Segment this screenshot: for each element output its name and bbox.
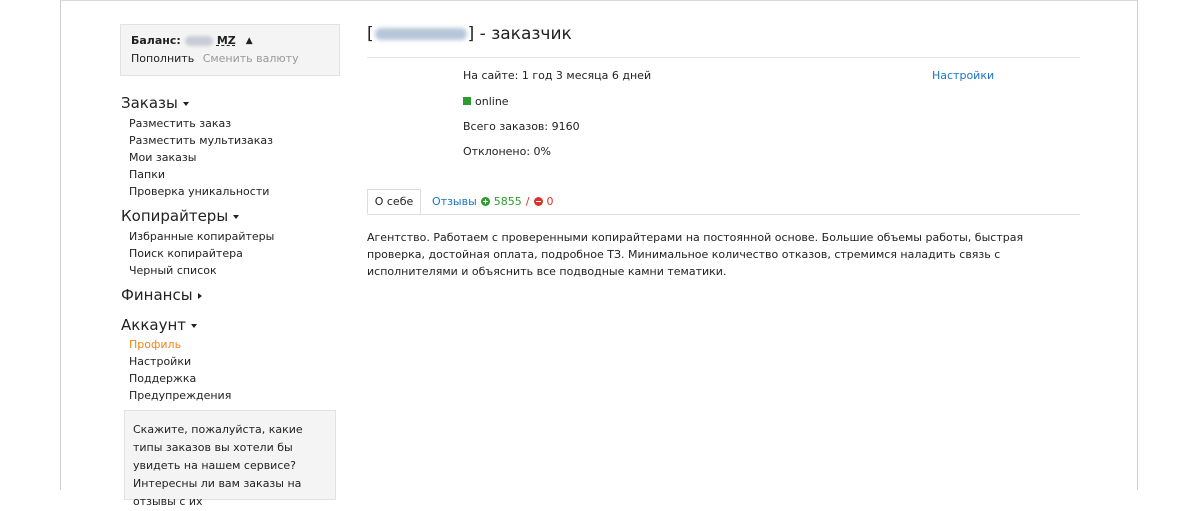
on-site-duration: На сайте: 1 год 3 месяца 6 дней — [463, 69, 652, 82]
about-text: Агентство. Работаем с проверенными копир… — [367, 231, 1024, 278]
title-open-bracket: [ — [367, 24, 374, 44]
sidebar-item-find-copywriter[interactable]: Поиск копирайтера — [129, 245, 274, 262]
currency-code[interactable]: MZ — [217, 34, 236, 47]
username-redacted — [374, 28, 467, 40]
balance-panel: Баланс: MZ ▲︎ Пополнить Сменить валюту — [120, 24, 340, 76]
rejected-rate: Отклонено: 0% — [463, 145, 552, 158]
profile-tabs: О себе Отзывы 5855 / 0 — [367, 189, 1080, 215]
caret-down-icon — [191, 323, 197, 328]
plus-circle-icon — [480, 197, 490, 206]
sidebar-section-copywriters-title: Копирайтеры — [121, 207, 229, 225]
caret-right-icon — [197, 292, 202, 299]
sidebar-item-my-orders[interactable]: Мои заказы — [129, 149, 273, 166]
tab-about[interactable]: О себе — [367, 189, 421, 214]
change-currency-link[interactable]: Сменить валюту — [203, 52, 299, 65]
reviews-separator: / — [525, 194, 530, 208]
sidebar-section-orders-title: Заказы — [121, 94, 178, 112]
positive-reviews-count: 5855 — [493, 194, 522, 208]
sidebar-item-settings[interactable]: Настройки — [129, 353, 231, 370]
sidebar-item-uniqueness-check[interactable]: Проверка уникальности — [129, 183, 273, 200]
balance-actions: Пополнить Сменить валюту — [131, 52, 329, 65]
tab-reviews[interactable]: Отзывы 5855 / 0 — [432, 189, 554, 214]
balance-amount-redacted — [184, 35, 213, 46]
balance-line: Баланс: MZ ▲︎ — [131, 34, 329, 47]
online-status-label: online — [475, 95, 509, 108]
sidebar-item-warnings[interactable]: Предупреждения — [129, 387, 231, 404]
sidebar-item-favorite-copywriters[interactable]: Избранные копирайтеры — [129, 228, 274, 245]
copywriters-menu: Избранные копирайтеры Поиск копирайтера … — [129, 228, 274, 279]
online-status-icon — [463, 97, 471, 105]
title-divider — [367, 57, 1080, 58]
title-role: ] - заказчик — [467, 24, 572, 44]
sidebar-section-account[interactable]: Аккаунт — [121, 316, 197, 334]
sidebar-section-account-title: Аккаунт — [121, 316, 186, 334]
currency-swap-icon[interactable]: ▲︎ — [246, 36, 253, 46]
balance-label: Баланс: — [131, 34, 181, 47]
minus-circle-icon — [533, 197, 543, 206]
profile-settings-link[interactable]: Настройки — [932, 69, 994, 82]
tab-reviews-label: Отзывы — [432, 194, 477, 208]
sidebar-item-place-order[interactable]: Разместить заказ — [129, 115, 273, 132]
negative-reviews-count: 0 — [546, 194, 554, 208]
survey-notice: Скажите, пожалуйста, какие типы заказов … — [124, 410, 336, 508]
page-title: [ ] - заказчик — [367, 24, 572, 44]
orders-menu: Разместить заказ Разместить мультизаказ … — [129, 115, 273, 200]
online-status: online — [463, 95, 509, 108]
topup-link[interactable]: Пополнить — [131, 52, 194, 65]
sidebar-section-copywriters[interactable]: Копирайтеры — [121, 207, 240, 225]
sidebar-section-orders[interactable]: Заказы — [121, 94, 189, 112]
sidebar-section-finance[interactable]: Финансы — [121, 286, 202, 304]
account-menu: Профиль Настройки Поддержка Предупрежден… — [129, 336, 231, 404]
sidebar-item-support[interactable]: Поддержка — [129, 370, 231, 387]
sidebar-item-folders[interactable]: Папки — [129, 166, 273, 183]
caret-down-icon — [182, 101, 189, 106]
sidebar-section-finance-title: Финансы — [121, 286, 193, 304]
sidebar-item-profile[interactable]: Профиль — [129, 336, 231, 353]
total-orders: Всего заказов: 9160 — [463, 120, 580, 133]
caret-down-icon — [233, 214, 240, 219]
sidebar-item-blacklist[interactable]: Черный список — [129, 262, 274, 279]
sidebar-item-place-multiorder[interactable]: Разместить мультизаказ — [129, 132, 273, 149]
